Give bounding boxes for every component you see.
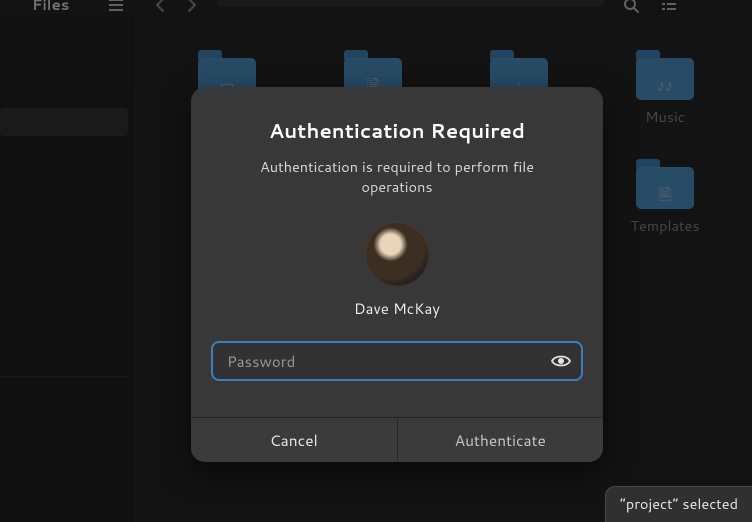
cancel-button[interactable]: Cancel	[191, 418, 398, 462]
auth-dialog: Authentication Required Authentication i…	[191, 87, 603, 462]
path-label: Home	[255, 0, 305, 6]
app-title: Files	[32, 0, 69, 15]
sidebar-edge	[132, 14, 133, 522]
user-avatar	[365, 222, 429, 286]
sidebar-divider	[0, 376, 128, 377]
view-list-icon[interactable]	[661, 0, 677, 13]
search-icon[interactable]	[623, 0, 639, 13]
authenticate-button[interactable]: Authenticate	[398, 418, 604, 462]
folder-item[interactable]: 🗎 Templates	[592, 157, 738, 236]
folder-label: Music	[645, 106, 685, 127]
header-bar: Files Home	[0, 0, 752, 14]
folder-icon: 🗎	[636, 157, 694, 205]
nav-forward-icon[interactable]	[187, 0, 197, 12]
folder-label: Templates	[630, 215, 699, 236]
dialog-subtitle: Authentication is required to perform fi…	[191, 157, 603, 196]
password-input[interactable]	[211, 341, 583, 381]
reveal-password-icon[interactable]	[549, 349, 573, 373]
selection-status: “project” selected	[605, 486, 752, 522]
path-bar[interactable]: Home	[217, 0, 605, 7]
nav-back-icon[interactable]	[155, 0, 165, 12]
folder-icon: ♪♪	[636, 48, 694, 96]
dialog-title: Authentication Required	[191, 117, 603, 145]
folder-item[interactable]: ♪♪ Music	[592, 48, 738, 127]
dialog-username: Dave McKay	[191, 298, 603, 319]
sidebar	[0, 14, 132, 522]
sidebar-selected-row[interactable]	[0, 108, 128, 136]
hamburger-icon[interactable]	[109, 0, 123, 11]
